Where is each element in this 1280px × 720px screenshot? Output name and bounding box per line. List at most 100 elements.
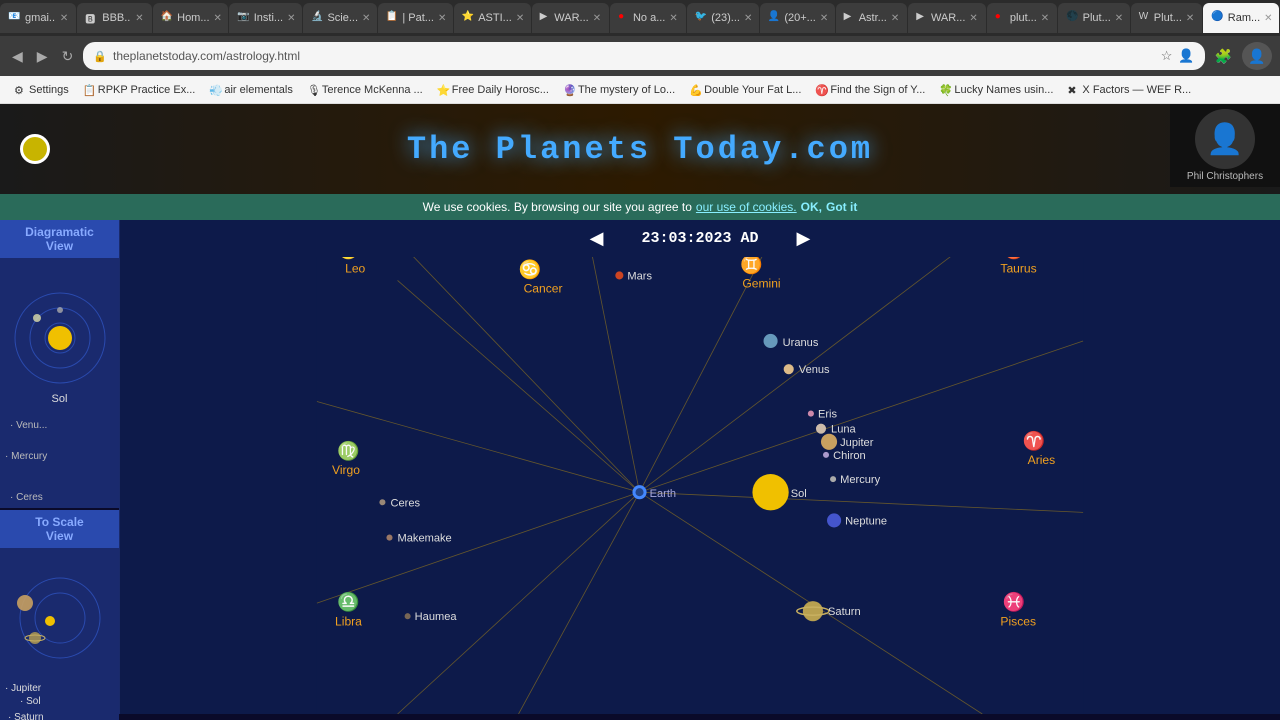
svg-text:Earth: Earth [650,488,676,500]
address-bar[interactable]: 🔒 theplanetstoday.com/astrology.html ☆ 👤 [83,42,1204,70]
tab-gmail[interactable]: 📧 gmai... ✕ [0,3,76,33]
svg-text:Mercury: Mercury [840,474,880,486]
tab-astro[interactable]: ▶ Astr... ✕ [836,3,908,33]
tab-fb[interactable]: 👤 (20+... ✕ [760,3,835,33]
svg-text:♋: ♋ [519,258,542,279]
tab-war2[interactable]: ▶ WAR... ✕ [908,3,986,33]
extensions-button[interactable]: 🧩 [1211,46,1236,67]
lock-icon: 🔒 [93,50,107,63]
tab-close-noa[interactable]: ✕ [669,13,677,24]
cookie-link[interactable]: our use of cookies. [696,200,797,214]
bookmark-air[interactable]: 💨 air elementals [203,82,298,98]
bookmark-settings[interactable]: ⚙ Settings [8,82,75,98]
tab-plut1[interactable]: ● plut... ✕ [987,3,1057,33]
forward-button[interactable]: ▶ [33,46,52,67]
svg-text:Ceres: Ceres [390,497,420,509]
bookmark-fat[interactable]: 💪 Double Your Fat L... [683,82,807,98]
date-nav-bar: ◀ 23:03:2023 AD ▶ [120,220,1280,257]
bookmark-lucky[interactable]: 🍀 Lucky Names usin... [933,82,1059,98]
tab-noa[interactable]: ● No a... ✕ [610,3,686,33]
sol-label-scale: · Sol [0,696,41,707]
page-content: The Planets Today.com 👤 Phil Christopher… [0,104,1280,720]
sidebar-diagramatic-title: Diagramatic View [0,220,119,258]
tab-favicon-gmail: 📧 [8,11,21,25]
tab-close-astro[interactable]: ✕ [891,13,899,24]
user-profile-avatar[interactable]: 👤 [1242,42,1272,70]
tab-close-asti[interactable]: ✕ [516,13,524,24]
tab-bbb[interactable]: 🅱 BBB... ✕ [77,3,151,33]
cookie-got-it[interactable]: Got it [826,200,857,214]
tab-ram[interactable]: 🔵 Ram... ✕ [1203,3,1279,33]
svg-text:Makemake: Makemake [398,533,452,545]
jupiter-label-scale: · Jupiter [0,683,41,694]
tab-twitter[interactable]: 🐦 (23)... ✕ [687,3,759,33]
next-date-button[interactable]: ▶ [789,226,819,251]
back-button[interactable]: ◀ [8,46,27,67]
saturn-label-scale: · Saturn [0,712,44,720]
reload-button[interactable]: ↻ [58,46,78,67]
sidebar-scale-panel[interactable]: To ScaleView · Jupiter · Sol · [0,510,119,720]
tab-close-plut2[interactable]: ✕ [1115,13,1123,24]
tab-close-war2[interactable]: ✕ [969,13,977,24]
cookie-ok[interactable]: OK, [801,200,822,214]
sidebar-diagramatic-panel[interactable]: Diagramatic View Sol · Venu. [0,220,119,510]
svg-text:Jupiter: Jupiter [840,437,874,449]
svg-text:Venus: Venus [799,364,830,376]
header-icon-left [20,134,50,164]
user-name: Phil Christophers [1187,171,1263,182]
tab-close-sci[interactable]: ✕ [362,13,370,24]
tab-close-war1[interactable]: ✕ [593,13,601,24]
sidebar: Diagramatic View Sol · Venu. [0,220,120,714]
bookmark-sign[interactable]: ♈ Find the Sign of Y... [809,82,931,98]
sidebar-scale-svg [5,553,115,683]
tab-plut2[interactable]: 🌑 Plut... ✕ [1058,3,1130,33]
svg-text:Chiron: Chiron [833,450,866,462]
tab-bar: 📧 gmai... ✕ 🅱 BBB... ✕ 🏠 Hom... ✕ 📷 Inst… [0,0,1280,36]
cookie-text: We use cookies. By browsing our site you… [423,200,692,214]
tab-close-plut3[interactable]: ✕ [1186,13,1194,24]
sidebar-diagram-svg [5,263,115,403]
svg-text:Pisces: Pisces [1000,614,1036,628]
prev-date-button[interactable]: ◀ [582,226,612,251]
profile-icon[interactable]: 👤 [1178,48,1194,64]
mercury-label-diag: · Mercury [0,451,47,462]
tab-sci[interactable]: 🔬 Scie... ✕ [303,3,377,33]
bookmarks-bar: ⚙ Settings 📋 RPKP Practice Ex... 💨 air e… [0,76,1280,104]
bookmark-terence[interactable]: 🎙 Terence McKenna ... [301,82,429,98]
browser-chrome: 📧 gmai... ✕ 🅱 BBB... ✕ 🏠 Hom... ✕ 📷 Inst… [0,0,1280,104]
bookmark-rpkp[interactable]: 📋 RPKP Practice Ex... [77,82,202,98]
svg-text:Leo: Leo [345,261,365,275]
bookmark-xfactors[interactable]: ✖ X Factors — WEF R... [1061,82,1197,98]
svg-text:Libra: Libra [335,614,362,628]
tab-close-home[interactable]: ✕ [214,13,222,24]
tab-close-pat[interactable]: ✕ [438,13,446,24]
tab-close-fb[interactable]: ✕ [820,13,828,24]
tab-close-gmail[interactable]: ✕ [60,13,68,24]
tab-asti[interactable]: ⭐ ASTI... ✕ [454,3,531,33]
bookmark-horoscope[interactable]: ⭐ Free Daily Horosc... [431,82,555,98]
svg-text:Luna: Luna [831,424,856,436]
tab-insti[interactable]: 📷 Insti... ✕ [229,3,302,33]
tab-war1[interactable]: ▶ WAR... ✕ [532,3,610,33]
tab-home[interactable]: 🏠 Hom... ✕ [153,3,229,33]
tab-pat[interactable]: 📋 | Pat... ✕ [378,3,453,33]
bookmark-star-icon[interactable]: ☆ [1161,48,1173,64]
address-icons: ☆ 👤 [1161,48,1195,64]
tab-close-bbb[interactable]: ✕ [135,13,143,24]
sidebar-scale-title: To ScaleView [0,510,119,548]
tab-close-insti[interactable]: ✕ [287,13,295,24]
tab-close-plut1[interactable]: ✕ [1041,13,1049,24]
svg-text:Uranus: Uranus [783,337,819,349]
tab-plut3[interactable]: W Plut... ✕ [1131,3,1203,33]
sol-label-diag: Sol [52,393,68,405]
svg-text:♈: ♈ [1023,430,1046,451]
tab-favicon-bbb: 🅱 [85,11,98,25]
tab-close-ram[interactable]: ✕ [1264,13,1272,24]
svg-text:♓: ♓ [1002,591,1025,612]
bookmark-mystery[interactable]: 🔮 The Planets Today.com The mystery of L… [557,82,681,98]
header-banner: The Planets Today.com 👤 Phil Christopher… [0,104,1280,194]
tab-close-twitter[interactable]: ✕ [744,13,752,24]
svg-text:Aries: Aries [1028,453,1056,467]
svg-text:♍: ♍ [337,440,360,461]
site-title: The Planets Today.com [407,131,873,168]
